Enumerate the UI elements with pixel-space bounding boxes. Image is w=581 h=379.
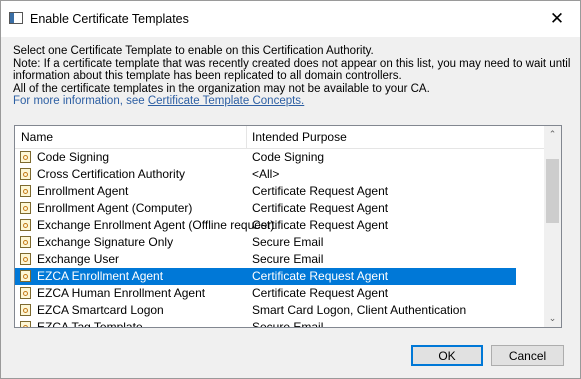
- list-item[interactable]: Exchange Signature Only Secure Email: [15, 234, 544, 251]
- window-icon: [9, 12, 23, 24]
- column-header-purpose[interactable]: Intended Purpose: [252, 130, 347, 144]
- certificate-template-icon: [20, 321, 31, 327]
- template-name: Enrollment Agent: [37, 184, 129, 198]
- list-item-selected[interactable]: EZCA Enrollment Agent Certificate Reques…: [15, 268, 516, 285]
- cancel-button[interactable]: Cancel: [491, 345, 564, 366]
- template-purpose: Secure Email: [252, 320, 324, 328]
- list-item[interactable]: Enrollment Agent (Computer) Certificate …: [15, 200, 544, 217]
- template-name: EZCA Enrollment Agent: [37, 269, 164, 283]
- template-name: Code Signing: [37, 150, 110, 164]
- description-text: Select one Certificate Template to enabl…: [13, 45, 573, 108]
- template-name: Enrollment Agent (Computer): [37, 201, 193, 215]
- list-rows: Code Signing Code Signing Cross Certific…: [15, 149, 544, 328]
- title-bar: Enable Certificate Templates ✕: [1, 1, 580, 37]
- description-line-3: information about this template has been…: [13, 70, 402, 83]
- scroll-down-icon[interactable]: ⌄: [544, 310, 561, 327]
- certificate-template-icon: [20, 304, 31, 316]
- template-name: Exchange Enrollment Agent (Offline reque…: [37, 218, 275, 232]
- template-purpose: Smart Card Logon, Client Authentication: [252, 303, 467, 317]
- certificate-template-icon: [20, 185, 31, 197]
- ok-button[interactable]: OK: [411, 345, 483, 366]
- certificate-template-icon: [20, 151, 31, 163]
- certificate-template-icon: [20, 253, 31, 265]
- templates-listview[interactable]: Name Intended Purpose Code Signing Code …: [14, 125, 562, 328]
- template-name: EZCA Human Enrollment Agent: [37, 286, 206, 300]
- description-line-2: Note: If a certificate template that was…: [13, 57, 571, 70]
- template-purpose: Certificate Request Agent: [252, 184, 389, 198]
- template-purpose: Secure Email: [252, 235, 324, 249]
- certificate-template-icon: [20, 270, 31, 282]
- template-name: EZCA Smartcard Logon: [37, 303, 164, 317]
- list-item[interactable]: EZCA Tag Template Secure Email: [15, 319, 544, 328]
- description-line-1: Select one Certificate Template to enabl…: [13, 45, 374, 57]
- list-item[interactable]: EZCA Smartcard Logon Smart Card Logon, C…: [15, 302, 544, 319]
- scroll-up-icon[interactable]: ⌃: [544, 126, 561, 143]
- dialog-window: Enable Certificate Templates ✕ Select on…: [0, 0, 581, 379]
- window-title: Enable Certificate Templates: [30, 12, 189, 26]
- template-name: Exchange User: [37, 252, 120, 266]
- list-header: Name Intended Purpose: [15, 126, 544, 149]
- certificate-template-icon: [20, 219, 31, 231]
- list-item[interactable]: Enrollment Agent Certificate Request Age…: [15, 183, 544, 200]
- template-purpose: Certificate Request Agent: [252, 218, 389, 232]
- list-item[interactable]: Exchange User Secure Email: [15, 251, 544, 268]
- template-name: Cross Certification Authority: [37, 167, 186, 181]
- list-item[interactable]: Code Signing Code Signing: [15, 149, 544, 166]
- template-purpose: Certificate Request Agent: [252, 269, 389, 283]
- vertical-scrollbar[interactable]: ⌃ ⌄: [544, 126, 561, 327]
- scrollbar-thumb[interactable]: [546, 159, 559, 223]
- certificate-template-icon: [20, 168, 31, 180]
- more-info-prefix: For more information, see: [13, 95, 148, 108]
- template-name: EZCA Tag Template: [37, 320, 143, 328]
- certificate-template-icon: [20, 202, 31, 214]
- template-purpose: Secure Email: [252, 252, 324, 266]
- column-header-name[interactable]: Name: [21, 130, 53, 144]
- list-item[interactable]: EZCA Human Enrollment Agent Certificate …: [15, 285, 544, 302]
- template-purpose: <All>: [252, 167, 280, 181]
- column-separator[interactable]: [246, 126, 247, 148]
- certificate-template-icon: [20, 287, 31, 299]
- template-purpose: Certificate Request Agent: [252, 286, 389, 300]
- template-purpose: Certificate Request Agent: [252, 201, 389, 215]
- close-icon[interactable]: ✕: [534, 1, 580, 37]
- certificate-template-icon: [20, 236, 31, 248]
- list-item[interactable]: Exchange Enrollment Agent (Offline reque…: [15, 217, 544, 234]
- template-purpose: Code Signing: [252, 150, 325, 164]
- list-item[interactable]: Cross Certification Authority <All>: [15, 166, 544, 183]
- template-name: Exchange Signature Only: [37, 235, 174, 249]
- description-line-4: All of the certificate templates in the …: [13, 82, 430, 95]
- more-info-line: For more information, see Certificate Te…: [13, 95, 573, 108]
- concepts-link[interactable]: Certificate Template Concepts.: [148, 95, 304, 107]
